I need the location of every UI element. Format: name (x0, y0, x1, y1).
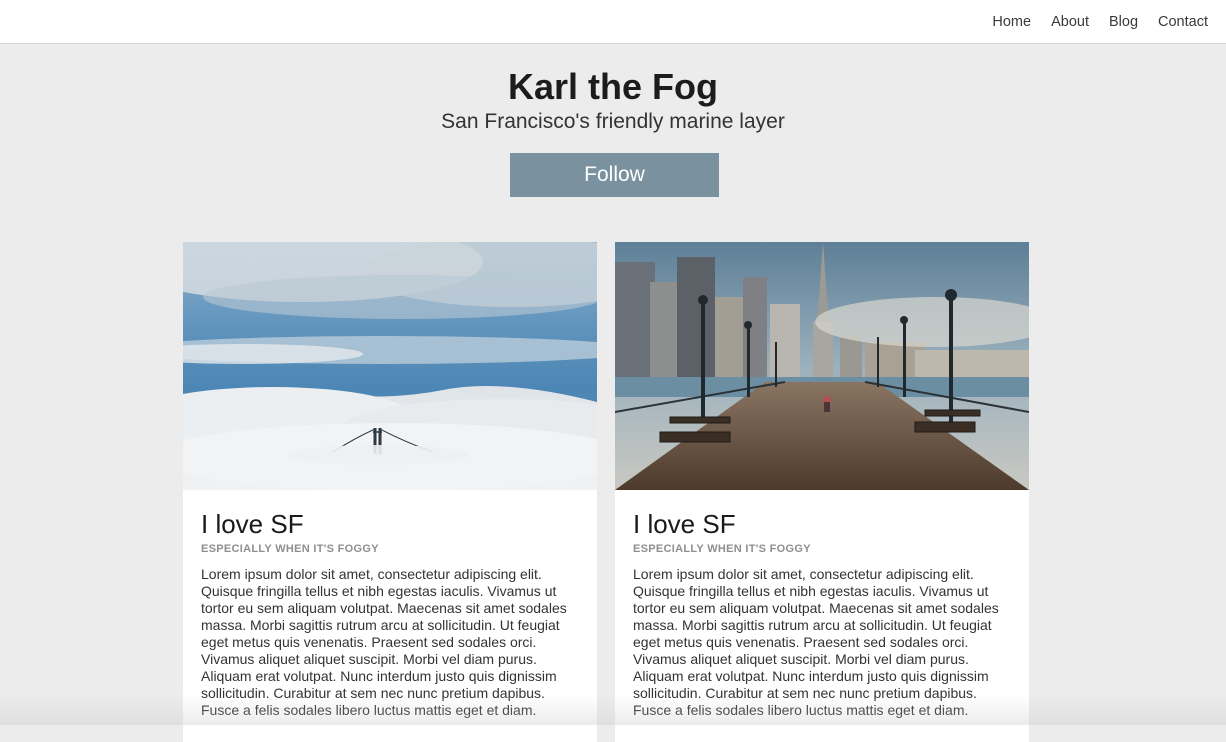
card-body: I love SF ESPECIALLY WHEN IT'S FOGGY Lor… (201, 508, 581, 719)
nav-item-contact[interactable]: Contact (1158, 14, 1208, 31)
card-text: Lorem ipsum dolor sit amet, consectetur … (201, 566, 567, 718)
card-title: I love SF (633, 509, 736, 539)
card-text: Lorem ipsum dolor sit amet, consectetur … (633, 566, 999, 718)
top-navigation-bar: Home About Blog Contact (0, 0, 1226, 44)
pier-city-photo (615, 242, 1029, 490)
nav-item-blog[interactable]: Blog (1109, 14, 1138, 31)
post-card-pier: I love SF ESPECIALLY WHEN IT'S FOGGY Lor… (615, 242, 1029, 742)
follow-button[interactable]: Follow (510, 153, 719, 197)
card-title: I love SF (201, 509, 304, 539)
nav-item-home[interactable]: Home (992, 14, 1031, 31)
nav-menu: Home About Blog Contact (972, 14, 1208, 31)
page-title: Karl the Fog (507, 66, 718, 107)
nav-item-about[interactable]: About (1051, 14, 1089, 31)
fog-bridge-photo (183, 242, 597, 490)
post-card-fog: I love SF ESPECIALLY WHEN IT'S FOGGY Lor… (183, 242, 597, 742)
card-kicker: ESPECIALLY WHEN IT'S FOGGY (201, 543, 379, 555)
page-subtitle: San Francisco's friendly marine layer (441, 110, 785, 133)
card-body: I love SF ESPECIALLY WHEN IT'S FOGGY Lor… (633, 508, 1013, 719)
card-kicker: ESPECIALLY WHEN IT'S FOGGY (633, 543, 811, 555)
